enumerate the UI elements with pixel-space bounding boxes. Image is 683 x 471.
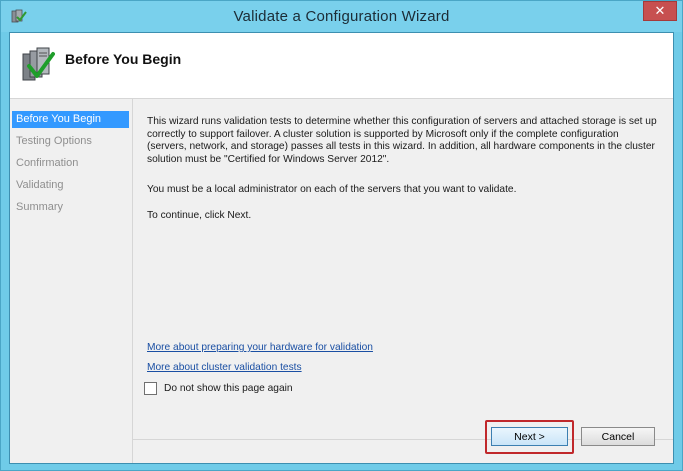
next-button[interactable]: Next > bbox=[491, 427, 568, 446]
wizard-steps-nav: Before You Begin Testing Options Confirm… bbox=[10, 99, 133, 463]
wizard-client-area: Before You Begin Before You Begin Testin… bbox=[9, 32, 674, 464]
title-bar[interactable]: Validate a Configuration Wizard ✕ bbox=[1, 1, 682, 32]
wizard-header: Before You Begin bbox=[10, 33, 673, 99]
nav-item-before-you-begin[interactable]: Before You Begin bbox=[12, 111, 129, 128]
dont-show-again-row[interactable]: Do not show this page again bbox=[144, 380, 293, 396]
nav-item-summary[interactable]: Summary bbox=[12, 199, 129, 216]
link-cluster-validation-tests[interactable]: More about cluster validation tests bbox=[147, 362, 302, 373]
nav-item-validating[interactable]: Validating bbox=[12, 177, 129, 194]
validate-configuration-icon bbox=[22, 47, 55, 81]
continue-note: To continue, click Next. bbox=[147, 210, 252, 221]
close-button[interactable]: ✕ bbox=[643, 1, 677, 21]
window-title: Validate a Configuration Wizard bbox=[233, 8, 450, 25]
dont-show-again-checkbox[interactable] bbox=[144, 381, 157, 395]
intro-description: This wizard runs validation tests to det… bbox=[147, 116, 657, 165]
wizard-window: Validate a Configuration Wizard ✕ Before… bbox=[0, 0, 683, 471]
admin-note: You must be a local administrator on eac… bbox=[147, 184, 517, 195]
dont-show-again-label: Do not show this page again bbox=[164, 382, 293, 394]
page-title: Before You Begin bbox=[65, 51, 182, 67]
cancel-button[interactable]: Cancel bbox=[581, 427, 655, 446]
nav-item-confirmation[interactable]: Confirmation bbox=[12, 155, 129, 172]
wizard-content: This wizard runs validation tests to det… bbox=[133, 99, 673, 463]
nav-item-testing-options[interactable]: Testing Options bbox=[12, 133, 129, 150]
link-preparing-hardware[interactable]: More about preparing your hardware for v… bbox=[147, 342, 373, 353]
